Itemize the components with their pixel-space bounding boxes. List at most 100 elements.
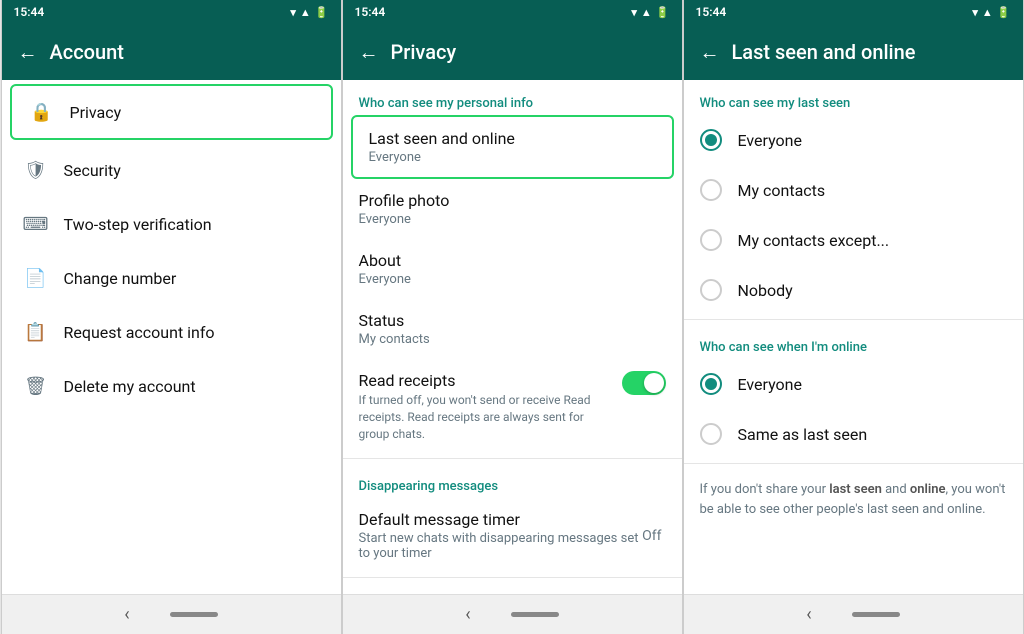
deleteaccount-label: Delete my account: [64, 377, 196, 396]
appbar-3: ← Last seen and online: [684, 24, 1023, 80]
account-content: 🔒 Privacy 🛡 Security ⌨ Two-step verifica…: [2, 80, 341, 594]
nav-back-btn-2[interactable]: ‹: [465, 604, 470, 625]
privacy-item-photo[interactable]: Profile photo Everyone: [343, 179, 682, 239]
security-icon: 🛡: [22, 156, 50, 184]
menu-requestinfo[interactable]: 📋 Request account info: [6, 306, 337, 358]
wifi-icon-2: ▾: [631, 6, 637, 19]
bottom-pill-1: [170, 612, 218, 617]
screen2-privacy: 15:44 ▾ ▲ 🔋 ← Privacy Who can see my per…: [342, 0, 683, 634]
status-sub: My contacts: [359, 332, 666, 347]
deleteaccount-icon: 🗑: [22, 372, 50, 400]
screen2-title: Privacy: [391, 40, 457, 64]
radio-mycontacts-lastseen-label: My contacts: [738, 181, 826, 200]
radio-sameaslastseen-circle: [700, 423, 722, 445]
read-receipts-title: Read receipts: [359, 371, 610, 390]
bottom-nav-3: ‹: [684, 594, 1023, 634]
lastseen-sub: Everyone: [369, 150, 656, 165]
menu-twostep[interactable]: ⌨ Two-step verification: [6, 198, 337, 250]
battery-icon-3: 🔋: [997, 6, 1011, 19]
radio-everyone-online[interactable]: Everyone: [684, 359, 1023, 409]
read-receipts-toggle[interactable]: [622, 371, 666, 395]
photo-title: Profile photo: [359, 191, 666, 210]
screen3-lastseen: 15:44 ▾ ▲ 🔋 ← Last seen and online Who c…: [683, 0, 1024, 634]
status-bar-1: 15:44 ▾ ▲ 🔋: [2, 0, 341, 24]
wifi-icon-3: ▾: [972, 6, 978, 19]
about-title: About: [359, 251, 666, 270]
privacy-icon: 🔒: [28, 98, 56, 126]
battery-icon-2: 🔋: [656, 6, 670, 19]
read-receipts-sub: If turned off, you won't send or receive…: [359, 392, 610, 442]
privacy-item-status[interactable]: Status My contacts: [343, 299, 682, 359]
signal-icon-3: ▲: [982, 6, 993, 19]
radio-sameaslastseen-label: Same as last seen: [738, 425, 868, 444]
battery-icon: 🔋: [315, 6, 329, 19]
radio-mycontactsexcept-lastseen-label: My contacts except...: [738, 231, 890, 250]
bottom-pill-2: [511, 612, 559, 617]
divider-3: [684, 319, 1023, 320]
lastseen-title: Last seen and online: [369, 129, 656, 148]
twostep-icon: ⌨: [22, 210, 50, 238]
status-icons-1: ▾ ▲ 🔋: [290, 6, 328, 19]
privacy-item-lastseen[interactable]: Last seen and online Everyone: [351, 115, 674, 179]
section-personal-info: Who can see my personal info: [343, 80, 682, 115]
radio-everyone-lastseen-label: Everyone: [738, 131, 802, 150]
menu-privacy[interactable]: 🔒 Privacy: [10, 84, 333, 140]
radio-mycontactsexcept-lastseen-circle: [700, 229, 722, 251]
radio-everyone-online-label: Everyone: [738, 375, 802, 394]
radio-nobody-lastseen-label: Nobody: [738, 281, 793, 300]
read-receipts-row[interactable]: Read receipts If turned off, you won't s…: [343, 359, 682, 454]
requestinfo-label: Request account info: [64, 323, 215, 342]
radio-everyone-lastseen-circle: [700, 129, 722, 151]
back-button-1[interactable]: ←: [18, 40, 38, 65]
section-last-seen-label: Who can see my last seen: [684, 80, 1023, 115]
timer-value: Off: [642, 528, 665, 544]
divider-2: [343, 577, 682, 578]
radio-everyone-lastseen[interactable]: Everyone: [684, 115, 1023, 165]
radio-nobody-lastseen[interactable]: Nobody: [684, 265, 1023, 315]
menu-changenumber[interactable]: 📄 Change number: [6, 252, 337, 304]
nav-back-btn-3[interactable]: ‹: [806, 604, 811, 625]
radio-sameaslastseen-online[interactable]: Same as last seen: [684, 409, 1023, 459]
radio-mycontactsexcept-lastseen[interactable]: My contacts except...: [684, 215, 1023, 265]
nav-back-btn-1[interactable]: ‹: [124, 604, 129, 625]
privacy-item-groups[interactable]: Groups Everyone: [343, 582, 682, 594]
timer-sub: Start new chats with disappearing messag…: [359, 531, 643, 561]
appbar-2: ← Privacy: [343, 24, 682, 80]
appbar-1: ← Account: [2, 24, 341, 80]
lastseen-content: Who can see my last seen Everyone My con…: [684, 80, 1023, 594]
section-disappearing: Disappearing messages: [343, 463, 682, 498]
menu-security[interactable]: 🛡 Security: [6, 144, 337, 196]
radio-mycontacts-lastseen[interactable]: My contacts: [684, 165, 1023, 215]
timer-title: Default message timer: [359, 510, 643, 529]
privacy-item-about[interactable]: About Everyone: [343, 239, 682, 299]
screen3-title: Last seen and online: [732, 40, 916, 64]
time-2: 15:44: [355, 5, 386, 19]
requestinfo-icon: 📋: [22, 318, 50, 346]
wifi-icon: ▾: [290, 6, 296, 19]
bottom-nav-1: ‹: [2, 594, 341, 634]
time-1: 15:44: [14, 5, 45, 19]
privacy-content: Privacy: [70, 103, 315, 122]
divider-4: [684, 463, 1023, 464]
menu-deleteaccount[interactable]: 🗑 Delete my account: [6, 360, 337, 412]
status-bar-3: 15:44 ▾ ▲ 🔋: [684, 0, 1023, 24]
screen1-title: Account: [50, 40, 124, 64]
status-title: Status: [359, 311, 666, 330]
read-receipts-content: Read receipts If turned off, you won't s…: [359, 371, 610, 442]
twostep-label: Two-step verification: [64, 215, 212, 234]
changenumber-icon: 📄: [22, 264, 50, 292]
time-3: 15:44: [696, 5, 727, 19]
radio-mycontacts-lastseen-circle: [700, 179, 722, 201]
privacy-content: Who can see my personal info Last seen a…: [343, 80, 682, 594]
signal-icon-2: ▲: [641, 6, 652, 19]
radio-everyone-online-circle: [700, 373, 722, 395]
back-button-3[interactable]: ←: [700, 40, 720, 65]
screen1-account: 15:44 ▾ ▲ 🔋 ← Account 🔒 Privacy 🛡 Securi…: [1, 0, 342, 634]
section-online-label: Who can see when I'm online: [684, 324, 1023, 359]
back-button-2[interactable]: ←: [359, 40, 379, 65]
security-label: Security: [64, 161, 121, 180]
status-icons-3: ▾ ▲ 🔋: [972, 6, 1010, 19]
bottom-nav-2: ‹: [343, 594, 682, 634]
timer-content: Default message timer Start new chats wi…: [359, 510, 643, 561]
privacy-item-timer[interactable]: Default message timer Start new chats wi…: [343, 498, 682, 573]
